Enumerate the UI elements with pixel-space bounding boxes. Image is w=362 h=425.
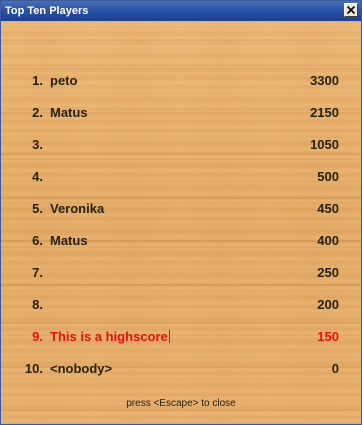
highscore-dialog: Top Ten Players 1. peto 3300 2. Matus 21… bbox=[0, 0, 362, 425]
highscore-name-text: This is a highscore bbox=[50, 329, 168, 344]
rank-label: 5. bbox=[32, 201, 43, 216]
wood-background: 1. peto 3300 2. Matus 2150 3. 1050 4. 50… bbox=[1, 21, 361, 424]
rank-label: 2. bbox=[32, 105, 43, 120]
rank-label: 3. bbox=[32, 137, 43, 152]
score-value: 400 bbox=[317, 233, 339, 248]
score-row: 6. Matus 400 bbox=[1, 231, 361, 251]
rank-label: 6. bbox=[32, 233, 43, 248]
score-value: 450 bbox=[317, 201, 339, 216]
player-name: Matus bbox=[50, 233, 88, 248]
score-row: 10. <nobody> 0 bbox=[1, 359, 361, 379]
player-name: Matus bbox=[50, 105, 88, 120]
score-value: 0 bbox=[331, 361, 339, 376]
title-bar: Top Ten Players bbox=[1, 1, 361, 21]
score-row: 4. 500 bbox=[1, 167, 361, 187]
rank-label: 8. bbox=[32, 297, 43, 312]
player-name: peto bbox=[50, 73, 78, 88]
rank-label: 9. bbox=[32, 329, 43, 344]
score-value: 3300 bbox=[310, 73, 339, 88]
score-value: 500 bbox=[317, 169, 339, 184]
rank-label: 4. bbox=[32, 169, 43, 184]
score-row: 3. 1050 bbox=[1, 135, 361, 155]
rank-label: 7. bbox=[32, 265, 43, 280]
score-row: 5. Veronika 450 bbox=[1, 199, 361, 219]
player-name: Veronika bbox=[50, 201, 105, 216]
text-caret bbox=[168, 330, 170, 343]
rank-label: 10. bbox=[24, 361, 43, 376]
score-value: 250 bbox=[317, 265, 339, 280]
close-x-icon bbox=[346, 5, 356, 15]
window-title: Top Ten Players bbox=[5, 5, 89, 17]
escape-hint: press <Escape> to close bbox=[126, 398, 236, 409]
highscore-name-input[interactable]: This is a highscore bbox=[50, 327, 170, 347]
score-row: 1. peto 3300 bbox=[1, 71, 361, 91]
player-name: <nobody> bbox=[50, 361, 113, 376]
close-button[interactable] bbox=[344, 3, 358, 17]
score-row: 8. 200 bbox=[1, 295, 361, 315]
rank-label: 1. bbox=[32, 73, 43, 88]
score-value: 150 bbox=[317, 329, 339, 344]
score-row: 2. Matus 2150 bbox=[1, 103, 361, 123]
score-value: 2150 bbox=[310, 105, 339, 120]
new-highscore-row: 9. This is a highscore 150 bbox=[1, 327, 361, 347]
score-row: 7. 250 bbox=[1, 263, 361, 283]
score-value: 200 bbox=[317, 297, 339, 312]
score-value: 1050 bbox=[310, 137, 339, 152]
